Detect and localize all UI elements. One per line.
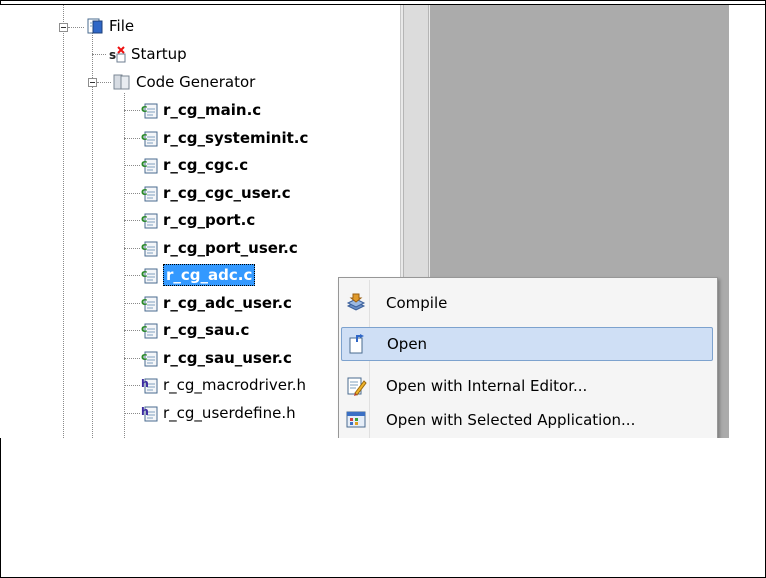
tree-node-file-item[interactable]: h r_cg_macrodriver.h — [140, 374, 306, 396]
tree-line — [92, 33, 93, 438]
file-folder-icon — [86, 17, 104, 35]
tree-node-label: r_cg_macrodriver.h — [163, 376, 307, 394]
tree-line — [124, 330, 140, 331]
tree-node-startup[interactable]: s Startup — [108, 43, 187, 65]
collapse-file-button[interactable] — [59, 23, 68, 32]
tree-node-file-item[interactable]: c r_cg_adc.c — [140, 264, 256, 286]
svg-text:c: c — [141, 212, 148, 225]
compile-icon — [345, 292, 367, 314]
svg-text:h: h — [141, 405, 149, 418]
context-menu: Compile Open Open with Internal Editor..… — [338, 277, 718, 438]
tree-node-label: r_cg_systeminit.c — [163, 129, 309, 147]
tree-node-label: r_cg_main.c — [163, 101, 262, 119]
svg-text:c: c — [141, 102, 148, 115]
svg-text:h: h — [141, 377, 149, 390]
tree-node-file[interactable]: File — [86, 15, 134, 37]
menu-item-label: Compile — [386, 294, 448, 312]
c-source-file-icon: c — [140, 321, 158, 339]
tree-node-file-item[interactable]: c r_cg_port_user.c — [140, 237, 298, 259]
c-source-file-icon: c — [140, 266, 158, 284]
menu-item-open[interactable]: Open — [341, 327, 713, 361]
tree-node-label: r_cg_cgc.c — [163, 156, 249, 174]
c-source-file-icon: c — [140, 129, 158, 147]
tree-line — [63, 5, 64, 438]
tree-node-label: Startup — [131, 45, 187, 63]
open-icon — [346, 333, 368, 355]
c-source-file-icon: c — [140, 156, 158, 174]
menu-item-compile[interactable]: Compile — [341, 286, 713, 320]
tree-node-label: r_cg_port_user.c — [163, 239, 298, 257]
svg-text:c: c — [141, 240, 148, 253]
header-file-icon: h — [140, 376, 158, 394]
c-source-file-icon: c — [140, 184, 158, 202]
tree-node-file-item[interactable]: c r_cg_cgc_user.c — [140, 182, 291, 204]
tree-node-label: r_cg_userdefine.h — [163, 404, 296, 422]
tree-node-label: File — [109, 17, 135, 35]
tree-node-label-selected: r_cg_adc.c — [163, 264, 256, 286]
tree-line — [124, 248, 140, 249]
menu-item-open-selected-application[interactable]: Open with Selected Application... — [341, 403, 713, 437]
tree-node-label: r_cg_sau.c — [163, 321, 250, 339]
tree-line — [124, 110, 140, 111]
tree-node-file-item[interactable]: c r_cg_main.c — [140, 99, 261, 121]
c-source-file-icon: c — [140, 349, 158, 367]
tree-line — [124, 93, 125, 438]
tree-node-file-item[interactable]: c r_cg_cgc.c — [140, 154, 248, 176]
tree-line — [124, 165, 140, 166]
selected-application-icon — [345, 409, 367, 431]
menu-item-label: Open with Selected Application... — [386, 411, 636, 429]
menu-item-open-internal-editor[interactable]: Open with Internal Editor... — [341, 369, 713, 403]
tree-node-label: r_cg_port.c — [163, 211, 256, 229]
tree-node-file-item[interactable]: c r_cg_adc_user.c — [140, 292, 292, 314]
menu-item-label: Open — [387, 335, 428, 353]
svg-text:c: c — [141, 130, 148, 143]
menu-item-label: Open with Internal Editor... — [386, 377, 588, 395]
tree-node-file-item[interactable]: c r_cg_sau.c — [140, 319, 249, 341]
svg-text:c: c — [141, 185, 148, 198]
tree-line — [124, 193, 140, 194]
scrollbar-thumb[interactable] — [403, 5, 429, 296]
tree-line — [124, 275, 140, 276]
internal-editor-icon — [345, 375, 367, 397]
tree-line — [124, 385, 140, 386]
tree-line — [124, 413, 140, 414]
tree-line — [68, 27, 84, 28]
startup-icon: s — [108, 45, 126, 63]
svg-text:c: c — [141, 295, 148, 308]
tree-line — [97, 82, 111, 83]
svg-text:c: c — [141, 322, 148, 335]
svg-text:c: c — [141, 350, 148, 363]
tree-node-label: Code Generator — [136, 73, 256, 91]
c-source-file-icon: c — [140, 211, 158, 229]
header-file-icon: h — [140, 404, 158, 422]
tree-node-file-item[interactable]: c r_cg_sau_user.c — [140, 347, 292, 369]
tree-node-file-item[interactable]: h r_cg_userdefine.h — [140, 402, 296, 424]
tree-line — [124, 358, 140, 359]
tree-node-file-item[interactable]: c r_cg_port.c — [140, 209, 255, 231]
tree-line — [124, 220, 140, 221]
c-source-file-icon: c — [140, 294, 158, 312]
tree-line — [124, 303, 140, 304]
collapse-code-generator-button[interactable] — [88, 78, 97, 87]
svg-text:c: c — [141, 157, 148, 170]
c-source-file-icon: c — [140, 239, 158, 257]
ide-screenshot: File s Startup Code Generator c r_cg_mai… — [0, 5, 729, 438]
svg-text:c: c — [141, 267, 148, 280]
c-source-file-icon: c — [140, 101, 158, 119]
tree-node-code-generator[interactable]: Code Generator — [113, 71, 255, 93]
tree-node-file-item[interactable]: c r_cg_systeminit.c — [140, 127, 308, 149]
tree-node-label: r_cg_cgc_user.c — [163, 184, 291, 202]
tree-line — [124, 138, 140, 139]
folder-icon — [113, 73, 131, 91]
tree-line — [92, 54, 106, 55]
tree-node-label: r_cg_sau_user.c — [163, 349, 292, 367]
svg-text:s: s — [109, 48, 116, 62]
tree-node-label: r_cg_adc_user.c — [163, 294, 292, 312]
